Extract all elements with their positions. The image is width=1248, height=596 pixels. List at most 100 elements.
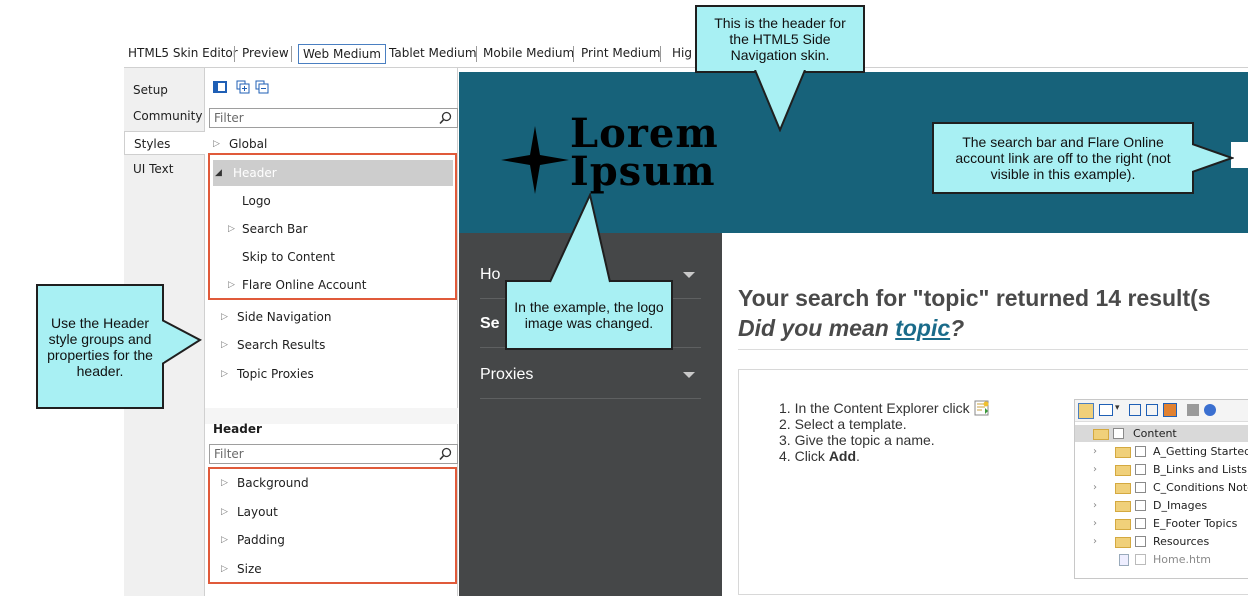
checkbox xyxy=(1135,536,1146,547)
callout-pointer xyxy=(549,193,611,283)
checkbox xyxy=(1135,500,1146,511)
suggestion-link[interactable]: topic xyxy=(895,315,950,341)
callout-header: This is the header for the HTML5 Side Na… xyxy=(695,5,865,73)
expand-arrow-icon: ▷ xyxy=(221,340,228,350)
step-text: In the Content Explorer click xyxy=(794,400,974,416)
explorer-folder: › Resources xyxy=(1075,533,1209,550)
chevron-right-icon: › xyxy=(1093,536,1097,547)
side-tab-styles[interactable]: Styles xyxy=(124,131,206,155)
chevron-right-icon: › xyxy=(1093,482,1097,493)
chevron-right-icon: › xyxy=(1093,518,1097,529)
did-you-mean-text: Did you mean xyxy=(738,315,896,341)
collapse-icon xyxy=(1146,404,1158,416)
content-explorer-image: ▾ Content › A_Getting Started › B_Links an… xyxy=(1074,399,1248,579)
explorer-folder: › A_Getting Started xyxy=(1075,443,1248,460)
properties-title: Header xyxy=(213,422,262,436)
tree-item-search-results[interactable]: ▷ Search Results xyxy=(221,332,325,358)
step-text: . xyxy=(856,448,860,464)
chevron-right-icon: › xyxy=(1093,464,1097,475)
tab-mobile-medium[interactable]: Mobile Medium xyxy=(479,44,578,64)
nav-label: Se xyxy=(480,315,500,332)
nav-label: Ho xyxy=(480,266,501,283)
explorer-toolbar: ▾ xyxy=(1075,400,1248,422)
step-text: Click xyxy=(794,448,829,464)
folder-icon xyxy=(1115,483,1131,494)
folder-icon xyxy=(1115,465,1131,476)
tab-separator xyxy=(234,46,235,62)
filter-placeholder: Filter xyxy=(214,447,244,461)
tab-preview[interactable]: Preview xyxy=(238,44,293,64)
logo-line-2: Ipsum xyxy=(570,148,716,195)
side-tab-setup[interactable]: Setup xyxy=(124,78,205,102)
tree-label: Side Navigation xyxy=(237,310,332,324)
tree-label: Topic Proxies xyxy=(237,367,314,381)
search-icon xyxy=(439,111,452,125)
grid-icon xyxy=(1163,403,1177,417)
callout-logo: In the example, the logo image was chang… xyxy=(505,280,673,350)
view-icon xyxy=(1099,404,1113,416)
logo-text: Lorem Ipsum xyxy=(570,114,720,195)
did-you-mean-end: ? xyxy=(950,315,965,341)
step-text: Select a template. xyxy=(794,416,907,432)
checkbox xyxy=(1135,464,1146,475)
chevron-right-icon: › xyxy=(1093,446,1097,457)
explorer-label: D_Images xyxy=(1153,499,1208,512)
tree-label: Search Results xyxy=(237,338,326,352)
dropdown-icon: ▾ xyxy=(1115,403,1120,413)
tab-print-medium[interactable]: Print Medium xyxy=(577,44,664,64)
callout-pointer xyxy=(754,70,806,132)
explorer-folder: › D_Images xyxy=(1075,497,1207,514)
explorer-label: A_Getting Started xyxy=(1153,445,1248,458)
tree-item-topic-proxies[interactable]: ▷ Topic Proxies xyxy=(221,361,314,387)
tool-icon xyxy=(1187,404,1199,416)
side-tab-community[interactable]: Community xyxy=(124,104,205,128)
explorer-label: E_Footer Topics xyxy=(1153,517,1238,530)
header-group-highlight xyxy=(208,153,457,300)
chevron-right-icon: › xyxy=(1093,500,1097,511)
checkbox xyxy=(1135,446,1146,457)
expand-all-icon[interactable] xyxy=(236,80,250,94)
expand-arrow-icon: ▷ xyxy=(221,369,228,379)
result-card: 1. In the Content Explorer click 2. Sele… xyxy=(738,369,1248,595)
side-tab-ui-text[interactable]: UI Text xyxy=(124,157,205,181)
nav-item-proxies[interactable]: Proxies xyxy=(480,351,701,399)
callout-pointer xyxy=(1192,143,1234,173)
folder-icon xyxy=(1115,501,1131,512)
step-4: 4. Click Add. xyxy=(779,448,860,464)
explorer-label: Home.htm xyxy=(1153,553,1211,566)
search-icon xyxy=(439,447,452,461)
step-bold: Add xyxy=(828,448,857,464)
tab-tablet-medium[interactable]: Tablet Medium xyxy=(385,44,481,64)
property-filter-input[interactable]: Filter xyxy=(209,444,458,464)
results-title: Your search for "topic" returned 14 resu… xyxy=(738,285,1211,311)
layout-view-icon[interactable] xyxy=(213,80,227,94)
editor-tab-bar: HTML5 Skin Editor Preview Web Medium Tab… xyxy=(124,40,1248,68)
checkbox xyxy=(1135,482,1146,493)
tab-html5-skin-editor[interactable]: HTML5 Skin Editor xyxy=(124,44,242,64)
tab-separator xyxy=(291,46,292,62)
style-filter-input[interactable]: Filter xyxy=(209,108,458,128)
callout-pointer xyxy=(162,319,202,365)
explorer-label: C_Conditions Notes xyxy=(1153,481,1248,494)
expand-icon xyxy=(1129,404,1141,416)
explorer-root: Content xyxy=(1075,425,1248,442)
explorer-label: Content xyxy=(1133,427,1177,440)
folder-icon xyxy=(1078,403,1094,419)
callout-search: The search bar and Flare Online account … xyxy=(932,122,1194,194)
tab-separator xyxy=(476,46,477,62)
explorer-folder: › B_Links and Lists xyxy=(1075,461,1247,478)
tab-high[interactable]: Hig xyxy=(668,44,696,64)
tab-separator xyxy=(660,46,661,62)
divider xyxy=(738,349,1248,350)
steps-list: 1. In the Content Explorer click 2. Sele… xyxy=(779,400,990,464)
chevron-down-icon xyxy=(683,272,695,278)
did-you-mean: Did you mean topic? xyxy=(738,315,964,342)
explorer-folder: › C_Conditions Notes xyxy=(1075,479,1248,496)
step-3: 3. Give the topic a name. xyxy=(779,432,935,448)
callout-styles: Use the Header style groups and properti… xyxy=(36,284,164,409)
filter-placeholder: Filter xyxy=(214,111,244,125)
collapse-all-icon[interactable] xyxy=(255,80,269,94)
tree-item-side-navigation[interactable]: ▷ Side Navigation xyxy=(221,304,332,330)
styles-panel: Filter ▷ Global ◢ Header Logo ▷ Search Bar … xyxy=(205,68,458,596)
tab-web-medium[interactable]: Web Medium xyxy=(298,44,386,64)
